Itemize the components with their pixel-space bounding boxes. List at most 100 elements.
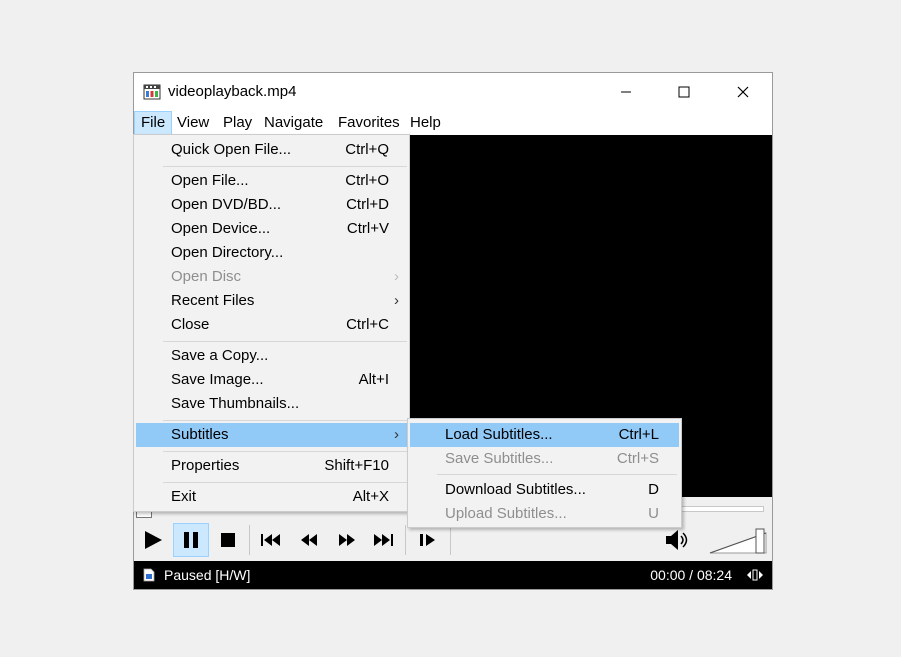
menu-item-shortcut: U [648, 505, 659, 522]
menu-item-label: Save Subtitles... [445, 450, 554, 467]
subtitles-submenu: Load Subtitles... Ctrl+L Save Subtitles.… [407, 418, 682, 528]
volume-slider-graphic [709, 528, 767, 554]
menu-help[interactable]: Help [404, 111, 447, 135]
menu-separator [437, 474, 677, 475]
menu-navigate[interactable]: Navigate [258, 111, 329, 135]
menu-item-upload-subtitles: Upload Subtitles... U [410, 502, 679, 526]
menu-separator [163, 451, 407, 452]
menu-item-shortcut: Ctrl+O [345, 172, 389, 189]
aspect-ratio-icon[interactable] [746, 568, 764, 582]
status-text: Paused [H/W] [164, 567, 251, 583]
close-button[interactable] [720, 73, 766, 111]
menu-item-label: Save a Copy... [171, 347, 269, 364]
menu-item-save-a-copy[interactable]: Save a Copy... [136, 344, 407, 368]
menu-item-exit[interactable]: Exit Alt+X [136, 485, 407, 509]
menu-item-save-subtitles: Save Subtitles... Ctrl+S [410, 447, 679, 471]
menu-item-load-subtitles[interactable]: Load Subtitles... Ctrl+L [410, 423, 679, 447]
close-icon [737, 86, 749, 98]
menu-play[interactable]: Play [217, 111, 258, 135]
menu-item-shortcut: Alt+X [352, 488, 389, 505]
menu-view[interactable]: View [171, 111, 215, 135]
skip-previous-icon [261, 534, 280, 546]
menu-item-save-thumbnails[interactable]: Save Thumbnails... [136, 392, 407, 416]
menu-item-label: Close [171, 316, 210, 333]
pause-icon [184, 532, 198, 548]
play-icon [145, 531, 162, 549]
menu-item-shortcut: Ctrl+D [346, 196, 389, 213]
menu-separator [163, 482, 407, 483]
fast-forward-button[interactable] [329, 523, 365, 557]
menu-item-download-subtitles[interactable]: Download Subtitles... D [410, 478, 679, 502]
frame-step-button[interactable] [410, 523, 446, 557]
menu-item-close[interactable]: Close Ctrl+C [136, 313, 407, 337]
menu-item-shortcut: Shift+F10 [324, 457, 389, 474]
menu-item-label: Exit [171, 488, 197, 505]
menu-separator [163, 341, 407, 342]
menu-item-label: Upload Subtitles... [445, 505, 567, 522]
menu-item-properties[interactable]: Properties Shift+F10 [136, 454, 407, 478]
fast-forward-icon [339, 534, 355, 546]
file-menu: Quick Open File... Ctrl+Q Open File... C… [133, 134, 410, 512]
minimize-icon [621, 91, 631, 93]
chevron-right-icon: › [394, 426, 399, 443]
menu-favorites[interactable]: Favorites [332, 111, 406, 135]
menu-item-open-directory[interactable]: Open Directory... [136, 241, 407, 265]
menu-item-recent-files[interactable]: Recent Files › [136, 289, 407, 313]
controls-separator [405, 525, 406, 555]
menu-item-shortcut: Ctrl+C [346, 316, 389, 333]
pause-button[interactable] [173, 523, 209, 557]
minimize-button[interactable] [603, 73, 649, 111]
menu-item-shortcut: Ctrl+Q [345, 141, 389, 158]
menu-item-label: Download Subtitles... [445, 481, 586, 498]
skip-next-icon [374, 534, 393, 546]
stop-button[interactable] [210, 523, 246, 557]
rewind-button[interactable] [291, 523, 327, 557]
menu-item-shortcut: Alt+I [358, 371, 389, 388]
mute-button[interactable] [660, 523, 696, 557]
volume-slider[interactable] [708, 527, 768, 555]
menu-item-label: Quick Open File... [171, 141, 292, 158]
menu-item-shortcut: Ctrl+L [618, 426, 659, 443]
menu-separator [163, 166, 407, 167]
menu-item-label: Recent Files [171, 292, 255, 309]
menu-item-label: Properties [171, 457, 240, 474]
volume-icon [666, 530, 688, 550]
menu-item-label: Load Subtitles... [445, 426, 553, 443]
skip-next-button[interactable] [365, 523, 401, 557]
play-button[interactable] [135, 523, 171, 557]
menu-item-save-image[interactable]: Save Image... Alt+I [136, 368, 407, 392]
menu-separator [163, 420, 407, 421]
controls-separator [249, 525, 250, 555]
menu-item-label: Open File... [171, 172, 249, 189]
menu-item-label: Open Disc [171, 268, 242, 285]
menu-item-open-file[interactable]: Open File... Ctrl+O [136, 169, 407, 193]
status-bar: Paused [H/W] 00:00 / 08:24 [134, 561, 772, 589]
menu-item-label: Save Thumbnails... [171, 395, 300, 412]
menu-item-shortcut: D [648, 481, 659, 498]
menu-item-label: Open DVD/BD... [171, 196, 282, 213]
status-time: 00:00 / 08:24 [650, 567, 732, 583]
menu-item-label: Open Device... [171, 220, 271, 237]
maximize-button[interactable] [661, 73, 707, 111]
menu-item-shortcut: Ctrl+S [616, 450, 659, 467]
menu-item-label: Save Image... [171, 371, 264, 388]
menu-item-open-device[interactable]: Open Device... Ctrl+V [136, 217, 407, 241]
file-icon [143, 568, 155, 582]
menu-item-shortcut: Ctrl+V [346, 220, 389, 237]
menu-file[interactable]: File [134, 111, 173, 135]
menu-item-open-disc: Open Disc › [136, 265, 407, 289]
chevron-right-icon: › [394, 292, 399, 309]
window-title: videoplayback.mp4 [168, 83, 297, 100]
menu-item-label: Open Directory... [171, 244, 284, 261]
stop-icon [221, 533, 235, 547]
menu-item-subtitles[interactable]: Subtitles › [136, 423, 407, 447]
menu-item-quick-open-file[interactable]: Quick Open File... Ctrl+Q [136, 138, 407, 162]
menu-bar: File View Play Navigate Favorites Help [134, 111, 772, 135]
menu-item-label: Subtitles [171, 426, 229, 443]
title-bar[interactable]: videoplayback.mp4 [134, 73, 772, 111]
maximize-icon [678, 86, 690, 98]
frame-step-icon [420, 534, 435, 546]
skip-previous-button[interactable] [253, 523, 289, 557]
app-icon [143, 84, 161, 100]
menu-item-open-dvd-bd[interactable]: Open DVD/BD... Ctrl+D [136, 193, 407, 217]
